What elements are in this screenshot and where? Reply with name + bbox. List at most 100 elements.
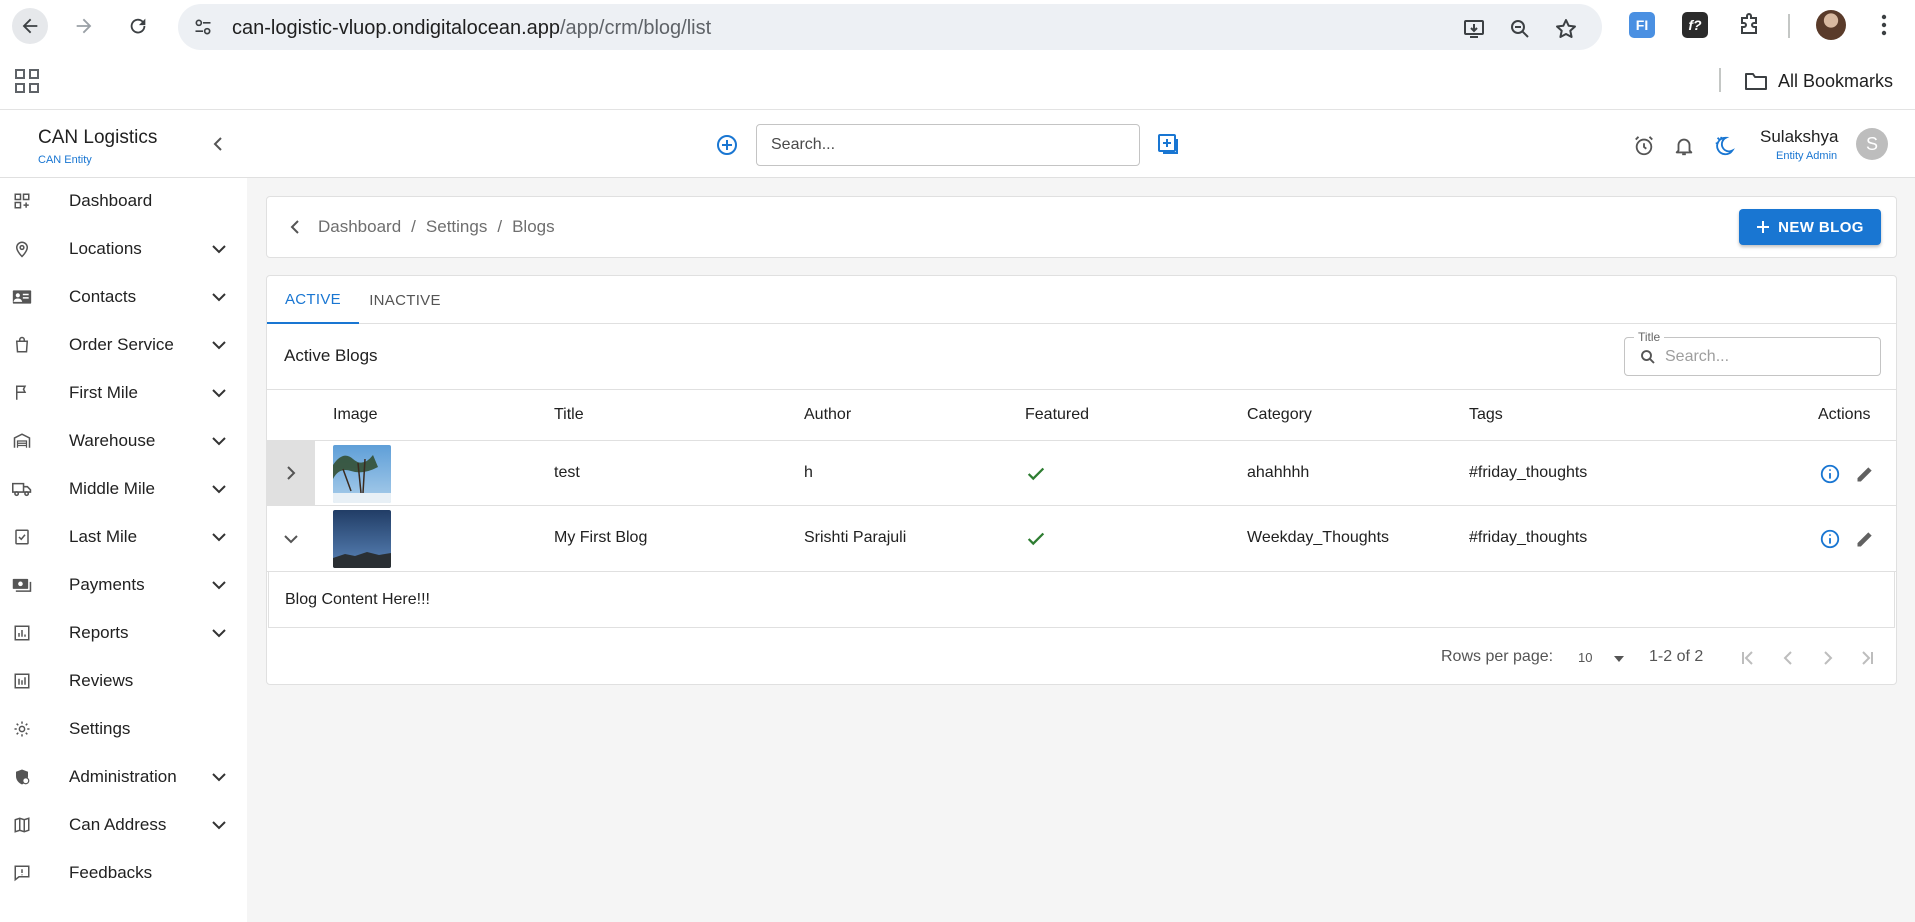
chevron-down-icon[interactable] [210,384,228,402]
bookmark-star-icon[interactable] [1554,17,1578,41]
chevron-down-icon[interactable] [210,816,228,834]
url-text: can-logistic-vluop.ondigitalocean.app/ap… [232,17,711,40]
collapse-sidebar-button[interactable] [208,134,228,154]
table-row[interactable]: test h ahahhhh #friday_thoughts [267,441,1896,506]
sidebar-item-label: Middle Mile [69,479,155,498]
sidebar-item-settings[interactable]: Settings [0,709,247,749]
sidebar-item-first-mile[interactable]: First Mile [0,373,247,413]
user-name[interactable]: Sulakshya [1760,127,1838,147]
sidebar-item-contacts[interactable]: Contacts [0,277,247,317]
last-page-icon[interactable] [1856,647,1878,669]
more-menu-icon[interactable] [1872,12,1896,38]
truck-icon [12,479,32,499]
sidebar-item-last-mile[interactable]: Last Mile [0,517,247,557]
brand-title: CAN Logistics [38,127,158,148]
chevron-down-icon[interactable] [210,336,228,354]
sidebar-item-can-address[interactable]: Can Address [0,805,247,845]
alarm-clock-icon[interactable] [1632,134,1656,158]
user-avatar[interactable]: S [1856,128,1888,160]
pagination-range: 1-2 of 2 [1649,648,1704,665]
column-tags: Tags [1469,406,1503,423]
chevron-down-icon[interactable] [210,768,228,786]
reload-button[interactable] [120,8,156,44]
extension-formula-label: f? [1688,17,1702,33]
rows-per-page-select[interactable]: 10 [1578,650,1592,665]
collapse-row-button[interactable] [267,506,315,571]
breadcrumb: Dashboard / Settings / Blogs [318,217,555,237]
blog-content: Blog Content Here!!! [285,591,430,608]
edit-pencil-icon[interactable] [1854,528,1876,550]
sidebar-item-label: Locations [69,239,142,258]
sidebar-item-middle-mile[interactable]: Middle Mile [0,469,247,509]
shopping-bag-icon [12,335,32,355]
breadcrumb-settings[interactable]: Settings [426,217,487,237]
add-circle-icon[interactable] [715,133,739,157]
sidebar-item-label: Payments [69,575,145,594]
chevron-down-icon[interactable] [210,432,228,450]
breadcrumb-card: Dashboard / Settings / Blogs NEW BLOG [266,196,1897,258]
chevron-down-icon[interactable] [210,288,228,306]
install-app-icon[interactable] [1462,17,1486,41]
sidebar-item-warehouse[interactable]: Warehouse [0,421,247,461]
sidebar-item-reports[interactable]: Reports [0,613,247,653]
rows-per-page-label: Rows per page: [1441,648,1554,665]
sidebar-item-order-service[interactable]: Order Service [0,325,247,365]
sidebar-item-label: Last Mile [69,527,138,546]
prev-page-icon[interactable] [1777,647,1799,669]
next-page-icon[interactable] [1817,647,1839,669]
url-host: can-logistic-vluop.ondigitalocean.app [232,17,560,39]
caret-down-icon[interactable] [1613,655,1625,663]
location-pin-icon [12,239,32,259]
column-title: Title [554,406,584,423]
notification-bell-icon[interactable] [1672,134,1696,158]
extension-formula-icon[interactable]: f? [1682,12,1708,38]
chevron-right-icon [287,466,296,480]
chevron-down-icon[interactable] [210,240,228,258]
title-search-input[interactable] [1665,338,1875,375]
apps-grid-icon[interactable] [14,68,40,94]
global-search[interactable] [756,124,1140,166]
info-icon[interactable] [1819,463,1841,485]
bar-chart-icon [12,623,32,643]
sidebar-item-administration[interactable]: Administration [0,757,247,797]
table-row[interactable]: My First Blog Srishti Parajuli Weekday_T… [267,506,1896,572]
tab-inactive[interactable]: INACTIVE [359,276,451,324]
chevron-down-icon[interactable] [210,528,228,546]
breadcrumb-dashboard[interactable]: Dashboard [318,217,401,237]
add-box-icon[interactable] [1156,132,1180,156]
extension-fi-icon[interactable]: FI [1629,12,1655,38]
chevron-down-icon[interactable] [210,480,228,498]
sidebar: Dashboard Locations Contacts Order Service F… [0,178,247,922]
profile-avatar[interactable] [1816,10,1846,40]
extensions-puzzle-icon[interactable] [1736,12,1762,38]
tab-active[interactable]: ACTIVE [267,276,359,324]
info-icon[interactable] [1819,528,1841,550]
row-title: My First Blog [554,529,648,546]
first-page-icon[interactable] [1737,647,1759,669]
global-search-input[interactable] [757,125,1139,165]
sidebar-item-dashboard[interactable]: Dashboard [0,181,247,221]
back-nav-button[interactable] [285,217,305,237]
address-bar[interactable]: can-logistic-vluop.ondigitalocean.app/ap… [178,4,1602,50]
row-category: Weekday_Thoughts [1247,529,1390,546]
contact-card-icon [12,287,32,307]
title-filter-label: Title [1634,330,1665,344]
payments-icon [12,575,32,595]
admin-shield-icon [12,767,32,787]
expand-row-button[interactable] [267,441,315,505]
all-bookmarks-button[interactable]: All Bookmarks [1744,68,1893,94]
zoom-icon[interactable] [1508,17,1532,41]
chevron-down-icon[interactable] [210,576,228,594]
sidebar-item-feedbacks[interactable]: Feedbacks [0,853,247,893]
back-button[interactable] [12,8,48,44]
sidebar-item-reviews[interactable]: Reviews [0,661,247,701]
new-blog-button[interactable]: NEW BLOG [1739,209,1881,245]
edit-pencil-icon[interactable] [1854,463,1876,485]
forward-button[interactable] [66,8,102,44]
theme-toggle-icon[interactable] [1712,134,1736,158]
chevron-down-icon[interactable] [210,624,228,642]
sidebar-item-locations[interactable]: Locations [0,229,247,269]
breadcrumb-separator: / [411,217,416,236]
sidebar-item-payments[interactable]: Payments [0,565,247,605]
site-settings-icon[interactable] [192,16,214,38]
